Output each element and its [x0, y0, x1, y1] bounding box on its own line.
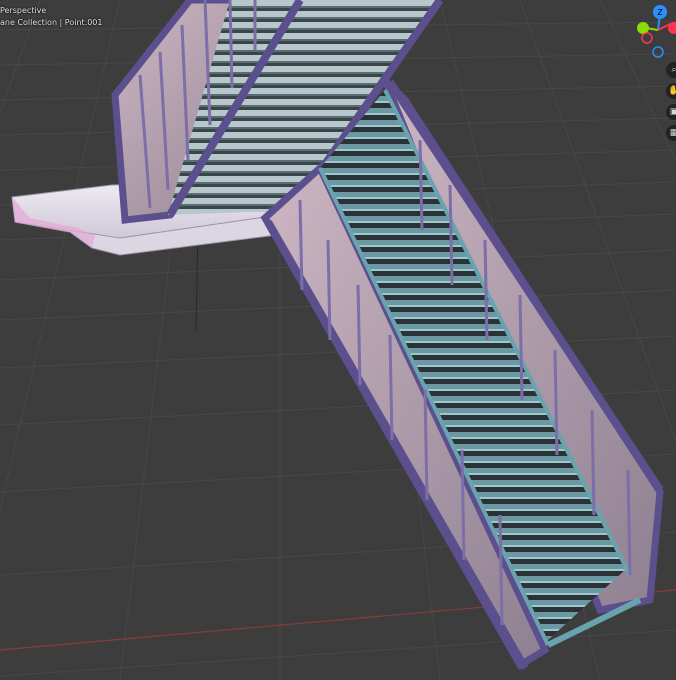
gizmo-neg-x-axis[interactable] [641, 32, 653, 44]
gizmo-neg-z-axis[interactable] [652, 46, 664, 58]
grid-toggle-icon[interactable]: ▦ [666, 125, 676, 141]
hand-pan-icon[interactable]: ✋ [666, 83, 676, 99]
lower-stair-flight[interactable] [260, 77, 664, 670]
gizmo-y-axis[interactable] [637, 22, 649, 34]
view-perspective-label: Perspective [0, 6, 47, 15]
zoom-icon[interactable]: ⌕ [666, 62, 676, 78]
gizmo-z-label: Z [657, 8, 663, 17]
collection-info-label: ane Collection | Point.001 [0, 18, 103, 27]
3d-viewport[interactable]: Z [0, 0, 676, 680]
navigation-gizmo[interactable]: Z [637, 5, 676, 58]
camera-icon[interactable]: ▣ [666, 104, 676, 120]
